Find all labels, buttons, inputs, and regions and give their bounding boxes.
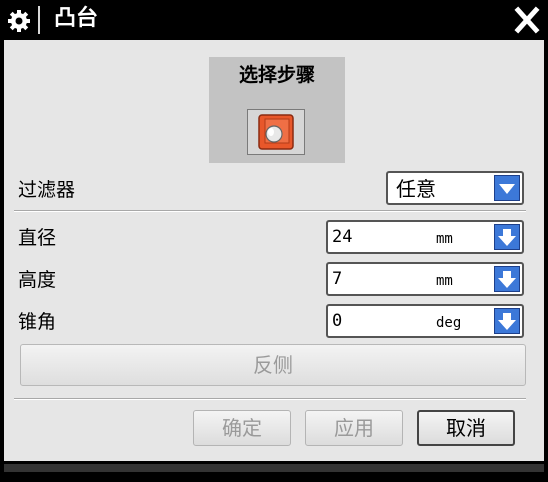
title-bar[interactable]: 凸台 — [0, 0, 548, 40]
arrow-down-icon[interactable] — [494, 308, 520, 334]
bottom-border-strip — [4, 464, 544, 472]
close-icon[interactable] — [510, 4, 544, 36]
title-separator — [38, 6, 40, 34]
divider — [14, 398, 526, 400]
select-face-step-button[interactable] — [247, 109, 305, 155]
taper-angle-field[interactable]: 0 deg — [326, 304, 524, 338]
ok-button[interactable]: 确定 — [193, 410, 291, 446]
height-label: 高度 — [18, 269, 57, 291]
chevron-down-icon[interactable] — [494, 175, 520, 201]
height-field[interactable]: 7 mm — [326, 262, 524, 296]
arrow-down-icon[interactable] — [494, 266, 520, 292]
taper-angle-label: 锥角 — [18, 311, 57, 333]
diameter-field[interactable]: 24 mm — [326, 220, 524, 254]
dialog-body: 选择步骤 过滤器 任意 直径 24 mm 高度 7 mm 锥角 0 deg 反侧… — [4, 40, 544, 461]
diameter-value[interactable]: 24 — [332, 225, 352, 249]
filter-dropdown[interactable]: 任意 — [386, 171, 524, 205]
apply-button[interactable]: 应用 — [305, 410, 403, 446]
cancel-button[interactable]: 取消 — [417, 410, 515, 446]
height-value[interactable]: 7 — [332, 267, 342, 291]
diameter-label: 直径 — [18, 227, 57, 249]
selection-step-label: 选择步骤 — [238, 64, 315, 86]
taper-angle-value[interactable]: 0 — [332, 309, 342, 333]
taper-angle-unit: deg — [436, 315, 462, 331]
dialog-title: 凸台 — [54, 6, 99, 31]
boss-dialog: 凸台 选择步骤 过滤器 任意 直径 24 mm 高度 7 mm 锥角 0 deg… — [0, 0, 548, 482]
gear-icon[interactable] — [6, 8, 32, 34]
reverse-side-button[interactable]: 反侧 — [20, 344, 526, 386]
diameter-unit: mm — [436, 231, 453, 247]
filter-label: 过滤器 — [18, 179, 76, 201]
arrow-down-icon[interactable] — [494, 224, 520, 250]
divider — [14, 210, 526, 212]
selection-step-group: 选择步骤 — [209, 57, 345, 163]
filter-value: 任意 — [396, 177, 436, 201]
height-unit: mm — [436, 273, 453, 289]
